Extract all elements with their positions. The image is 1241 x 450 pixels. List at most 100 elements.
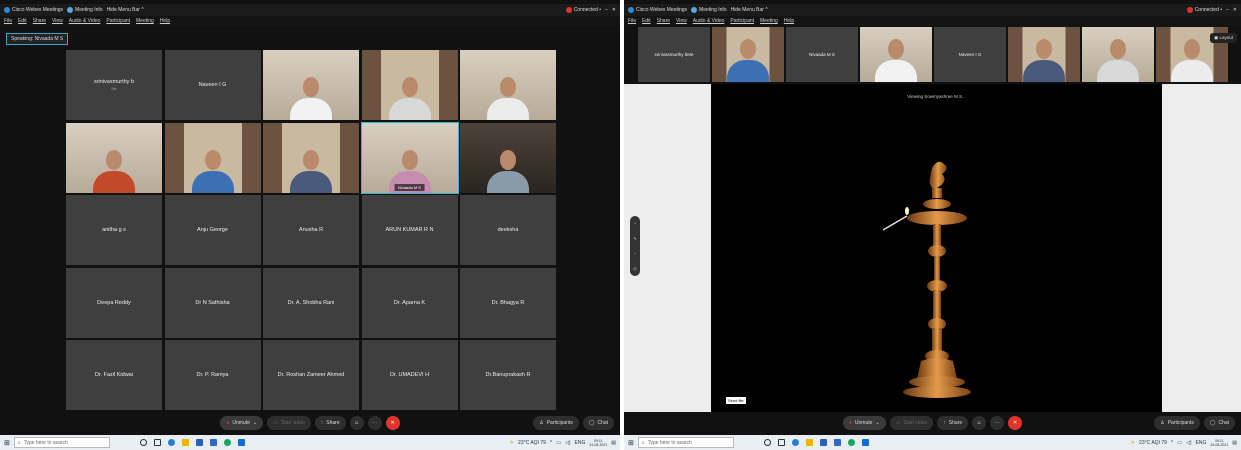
menu-item-share[interactable]: Share [33,18,46,24]
notifications-icon[interactable]: ▤ [1232,440,1237,446]
more-options-button[interactable]: ⋯ [367,416,382,430]
participant-tile[interactable] [460,50,556,120]
participant-tile[interactable]: Dr. A. Shobha Rani [263,267,359,338]
participant-tile[interactable] [361,50,458,120]
leave-meeting-button[interactable]: ✕ [385,416,400,430]
layout-button[interactable]: ▣ Layout [1209,33,1237,43]
participant-tile[interactable]: Naveen I G [164,50,261,120]
hide-menu-bar[interactable]: Hide Menu Bar ^ [731,7,768,13]
participant-tile[interactable]: Deepa Reddy [66,267,162,338]
menu-item-share[interactable]: Share [657,18,670,24]
menu-item-file[interactable]: File [628,18,636,24]
participant-tile[interactable]: Dr. Roshan Zameer Ahmed [263,340,359,410]
notifications-icon[interactable]: ▤ [611,440,616,446]
app-tab[interactable]: Cisco Webex Meetings [4,7,63,13]
participant-tile[interactable]: Dr. Fazil Kidwai [66,340,162,410]
zoom-in-icon[interactable]: + [634,221,636,226]
webex-taskbar-icon[interactable] [861,439,869,446]
participant-tile[interactable] [1082,27,1154,82]
file-explorer-icon[interactable] [805,439,813,446]
task-view-icon[interactable] [153,439,161,446]
menu-item-meeting[interactable]: Meeting [760,18,778,24]
meeting-info-tab[interactable]: Meeting Info [691,7,727,13]
minimize-icon[interactable]: – [1226,7,1229,13]
windows-start-icon[interactable]: ⊞ [4,439,10,447]
participant-tile[interactable]: Dr.Banuprakash R [460,340,556,410]
clock[interactable]: 09:11 24-08-2021 [1210,439,1228,447]
outlook-icon[interactable] [833,439,841,446]
outlook-icon[interactable] [209,439,217,446]
unmute-button[interactable]: ● Unmute ⌄ [220,416,264,430]
chat-button[interactable]: ◯ Chat [1203,416,1235,430]
participants-button[interactable]: ♙ Participants [533,416,579,430]
participant-tile[interactable] [164,122,261,193]
webex-taskbar-icon[interactable] [237,439,245,446]
clock[interactable]: 09:11 24-08-2021 [589,439,607,447]
reactions-button[interactable]: ☺ [349,416,364,430]
weather-label[interactable]: 23°C AQI 79 [1139,440,1167,446]
language-label[interactable]: ENG [1196,440,1207,446]
participant-tile[interactable] [263,50,359,120]
menu-item-help[interactable]: Help [784,18,794,24]
participant-tile[interactable]: Anusha R [263,195,359,265]
menu-item-participant[interactable]: Participant [730,18,754,24]
menu-item-meeting[interactable]: Meeting [136,18,154,24]
menu-item-help[interactable]: Help [160,18,170,24]
share-button[interactable]: ↑ Share [314,416,346,430]
participant-tile[interactable] [712,27,784,82]
task-view-icon[interactable] [777,439,785,446]
hide-menu-bar[interactable]: Hide Menu Bar ^ [107,7,144,13]
participant-tile[interactable]: Nivaada M S [360,121,459,194]
volume-icon[interactable]: ◁) [1186,440,1192,446]
participant-tile[interactable]: srinivasmurthy bMe [638,27,710,82]
participant-tile[interactable] [66,122,162,193]
start-video-button[interactable]: ▭ Start video [267,416,311,430]
chevron-up-icon[interactable]: ^ [550,440,552,446]
fit-icon[interactable]: ◎ [633,266,637,271]
participant-tile[interactable]: srinivasmurthy bMe [66,50,162,120]
chrome-icon[interactable] [223,439,231,446]
participant-tile[interactable] [460,122,556,193]
participant-tile[interactable]: Nivaada M S [786,27,858,82]
close-icon[interactable]: ✕ [612,7,616,13]
share-button[interactable]: ↑ Share [937,416,969,430]
participant-tile[interactable]: Dr. Aparna K [361,267,458,338]
participant-tile[interactable]: Anju George [164,195,261,265]
menu-item-edit[interactable]: Edit [642,18,651,24]
menu-item-audio-video[interactable]: Audio & Video [69,18,101,24]
connection-status[interactable]: Connected • [1186,7,1222,13]
chevron-up-icon[interactable]: ^ [1171,440,1173,446]
store-icon[interactable] [819,439,827,446]
participant-tile[interactable] [860,27,932,82]
more-options-button[interactable]: ⋯ [990,416,1005,430]
participants-button[interactable]: ♙ Participants [1154,416,1200,430]
participant-tile[interactable] [1008,27,1080,82]
participant-tile[interactable]: deeksha [460,195,556,265]
leave-meeting-button[interactable]: ✕ [1008,416,1023,430]
meeting-info-tab[interactable]: Meeting Info [67,7,103,13]
edge-icon[interactable] [167,439,175,446]
chat-button[interactable]: ◯ Chat [582,416,614,430]
menu-item-file[interactable]: File [4,18,12,24]
reactions-button[interactable]: ☺ [972,416,987,430]
taskbar-search[interactable]: ⌕ Type here to search [13,437,110,448]
participant-tile[interactable]: ARUN KUMAR R N [361,195,458,265]
weather-label[interactable]: 23°C AQI 79 [518,440,546,446]
cortana-icon[interactable] [763,439,771,446]
unmute-button[interactable]: ● Unmute ⌄ [842,416,886,430]
network-icon[interactable]: ▭ [556,440,561,446]
volume-icon[interactable]: ◁) [565,440,571,446]
zoom-out-icon[interactable]: − [634,251,636,256]
minimize-icon[interactable]: – [605,7,608,13]
start-video-button[interactable]: ▭ Start video [889,416,934,430]
app-tab[interactable]: Cisco Webex Meetings [628,7,687,13]
file-explorer-icon[interactable] [181,439,189,446]
windows-start-icon[interactable]: ⊞ [628,439,634,447]
edge-icon[interactable] [791,439,799,446]
close-icon[interactable]: ✕ [1233,7,1237,13]
participant-tile[interactable]: Dr. Bhagya R [460,267,556,338]
pen-icon[interactable]: ✎ [633,236,636,241]
chrome-icon[interactable] [847,439,855,446]
participant-tile[interactable]: Dr. P. Ramya [164,340,261,410]
participant-tile[interactable] [263,122,359,193]
